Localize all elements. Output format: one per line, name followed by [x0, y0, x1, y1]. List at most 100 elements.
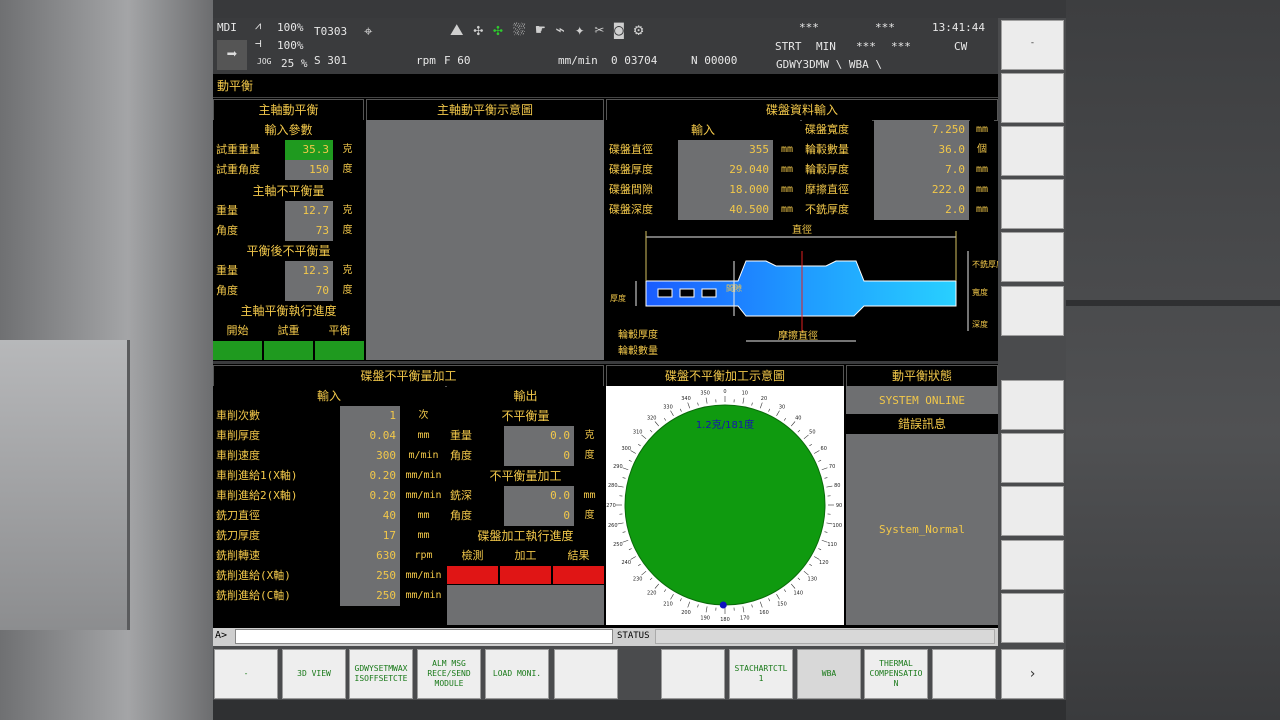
softkey-label: GDWYSETMWAX ISOFFSETCTE: [354, 664, 408, 683]
spindle-input-value[interactable]: 150: [285, 160, 333, 180]
vertical-softkey[interactable]: -: [1001, 20, 1064, 70]
status-label: STATUS: [617, 631, 650, 641]
spindle-imbalance-label: 重量: [213, 201, 283, 221]
vertical-softkey[interactable]: [1001, 232, 1064, 282]
softkey[interactable]: [932, 649, 996, 699]
softkey[interactable]: [661, 649, 725, 699]
unbalance-out-label: 重量: [447, 426, 502, 446]
softkey[interactable]: THERMAL COMPENSATIO N: [864, 649, 928, 699]
feed-value: 0 03704: [611, 54, 658, 67]
unbalance-mach-value[interactable]: 0.0: [504, 486, 574, 506]
disc-width-value[interactable]: 7.250: [874, 120, 969, 140]
vertical-softkey[interactable]: [1001, 179, 1064, 229]
disc-param-value[interactable]: 2.0: [874, 200, 969, 220]
softkey[interactable]: ALM MSG RECE/SEND MODULE: [417, 649, 481, 699]
fan-icon: ✣: [473, 20, 494, 39]
dial-tick-label: 330: [663, 404, 673, 410]
spindle-imbalance-value[interactable]: 73: [285, 221, 333, 241]
disc-param-unit: mm: [774, 160, 800, 180]
vertical-softkey[interactable]: [1001, 126, 1064, 176]
vertical-softkey[interactable]: [1001, 540, 1064, 590]
dial-tick-label: 290: [613, 464, 623, 470]
disc-param-value[interactable]: 29.040: [678, 160, 773, 180]
softkey[interactable]: [554, 649, 618, 699]
machining-param-value[interactable]: 250: [340, 586, 400, 606]
softkey-label: WBA: [821, 669, 837, 678]
disc-width-label: 碟盤寬度: [802, 120, 872, 140]
machining-filler: [447, 585, 604, 625]
unbalance-marker: [719, 601, 727, 609]
mode-label: MDI: [217, 21, 237, 34]
machining-param-value[interactable]: 0.20: [340, 486, 400, 506]
vertical-softkey[interactable]: [1001, 433, 1064, 483]
input-params-title: 輸入參數: [213, 120, 364, 140]
background-right: [1066, 0, 1280, 720]
unbalance-out-value[interactable]: 0.0: [504, 426, 574, 446]
diagram-title: 主軸動平衡示意圖: [366, 99, 604, 121]
softkey[interactable]: WBA: [797, 649, 861, 699]
disc-param-unit: mm: [970, 160, 994, 180]
machining-param-unit: 次: [402, 406, 445, 426]
machine-state-icons: ⛰✣✣⛆☛⌁✦✂◙⚙: [450, 20, 770, 44]
dial-tick-label: 10: [742, 391, 748, 397]
machining-param-value[interactable]: 300: [340, 446, 400, 466]
dial-tick-label: 190: [700, 615, 710, 621]
drawing-hub-thick-label: 輪轂厚度: [618, 328, 658, 341]
machining-param-label: 銑削進給(C軸): [213, 586, 338, 606]
machining-param-label: 銑刀直徑: [213, 506, 338, 526]
softkey[interactable]: ›: [1001, 649, 1064, 699]
softkey-label: LOAD MONI.: [492, 669, 542, 678]
after-imbalance-value[interactable]: 70: [285, 281, 333, 301]
softkey[interactable]: GDWYSETMWAX ISOFFSETCTE: [349, 649, 413, 699]
unbalance-mach-unit: 度: [576, 506, 603, 526]
machining-param-value[interactable]: 1: [340, 406, 400, 426]
softkey-label: 3D VIEW: [297, 669, 331, 678]
disc-param-value[interactable]: 18.000: [678, 180, 773, 200]
vertical-softkey[interactable]: [1001, 73, 1064, 123]
disc-param-value[interactable]: 7.0: [874, 160, 969, 180]
machining-param-value[interactable]: 17: [340, 526, 400, 546]
machining-param-value[interactable]: 0.04: [340, 426, 400, 446]
disc-progress-title: 碟盤加工執行進度: [447, 526, 604, 546]
softkey[interactable]: STACHARTCTL 1: [729, 649, 793, 699]
unbalance-mach-value[interactable]: 0: [504, 506, 574, 526]
machining-param-label: 銑削轉速: [213, 546, 338, 566]
after-imbalance-unit: 克: [335, 261, 360, 281]
unbalance-out-value[interactable]: 0: [504, 446, 574, 466]
program-path: GDWY3DMW \ WBA \: [776, 58, 882, 71]
softkey[interactable]: -: [214, 649, 278, 699]
machining-param-unit: mm/min: [402, 486, 445, 506]
chip-conveyor-icon: ⌁: [555, 20, 575, 39]
disc-param-unit: mm: [970, 200, 994, 220]
vertical-softkey[interactable]: [1001, 380, 1064, 430]
softkey-label: THERMAL COMPENSATIO N: [869, 659, 923, 688]
vertical-softkey[interactable]: [1001, 593, 1064, 643]
drawing-gap-label: 間隙: [726, 283, 742, 293]
dial-tick-label: 0: [723, 389, 726, 395]
strt-label: STRT: [775, 40, 802, 53]
softkey[interactable]: LOAD MONI.: [485, 649, 549, 699]
dial-tick-label: 130: [808, 576, 818, 582]
machining-param-value[interactable]: 0.20: [340, 466, 400, 486]
disc-param-value[interactable]: 355: [678, 140, 773, 160]
command-input[interactable]: [235, 629, 613, 644]
machining-param-value[interactable]: 40: [340, 506, 400, 526]
machining-param-value[interactable]: 630: [340, 546, 400, 566]
softkey[interactable]: 3D VIEW: [282, 649, 346, 699]
after-imbalance-value[interactable]: 12.3: [285, 261, 333, 281]
drawing-friction-dia-label: 摩擦直徑: [778, 329, 818, 342]
dial-tick-label: 300: [621, 446, 631, 452]
spindle-input-value[interactable]: 35.3: [285, 140, 333, 160]
machining-param-unit: mm: [402, 426, 445, 446]
machining-param-label: 車削速度: [213, 446, 338, 466]
machining-param-value[interactable]: 250: [340, 566, 400, 586]
vertical-softkey[interactable]: [1001, 286, 1064, 336]
disc-param-label: 輪轂厚度: [802, 160, 872, 180]
dial-tick-label: 120: [819, 560, 829, 566]
disc-param-value[interactable]: 36.0: [874, 140, 969, 160]
disc-param-value[interactable]: 222.0: [874, 180, 969, 200]
spindle-imbalance-value[interactable]: 12.7: [285, 201, 333, 221]
disc-param-value[interactable]: 40.500: [678, 200, 773, 220]
vertical-softkey[interactable]: [1001, 486, 1064, 536]
drawing-hub-count-label: 輪轂數量: [618, 344, 658, 357]
